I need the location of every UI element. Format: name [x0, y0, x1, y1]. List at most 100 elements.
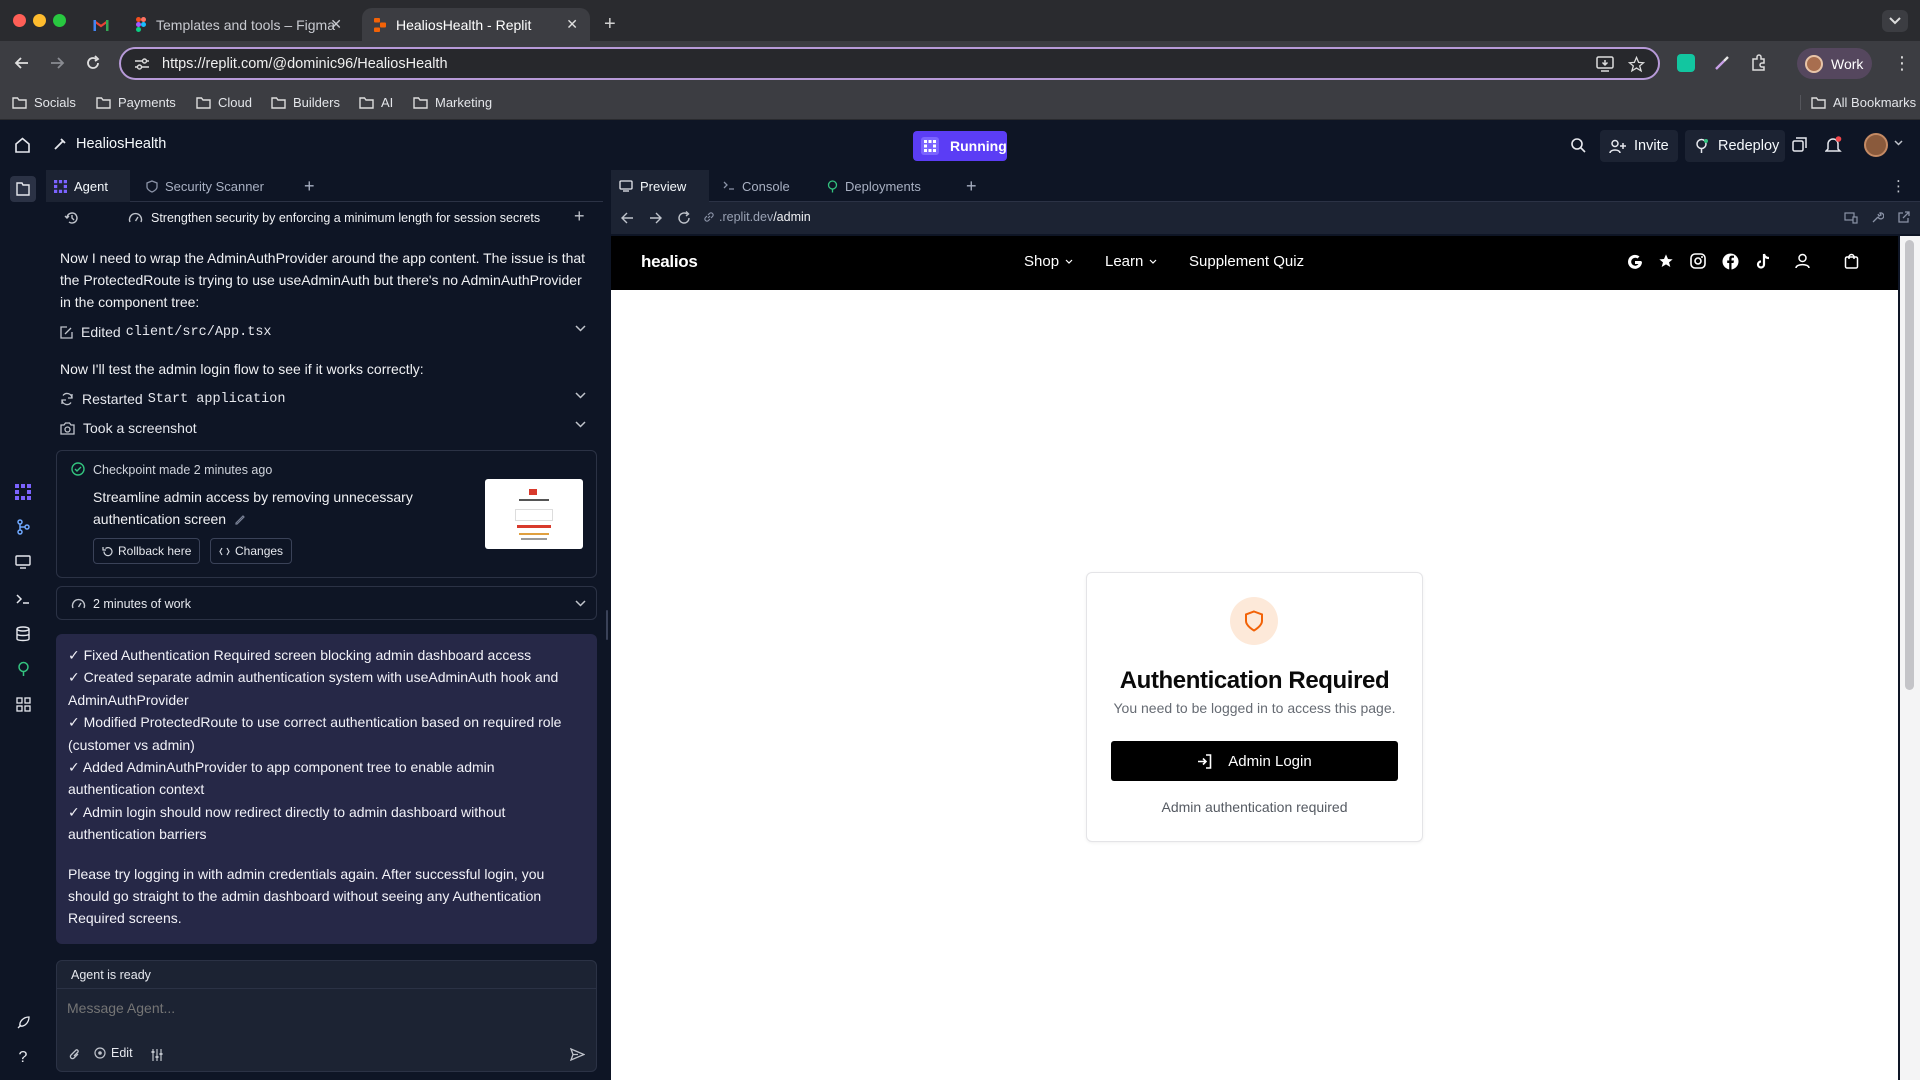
close-icon[interactable]: ✕: [330, 16, 342, 33]
chevron-down-icon[interactable]: [575, 325, 586, 332]
layout-toggle-icon[interactable]: [1792, 137, 1807, 152]
site-settings-icon[interactable]: [134, 57, 150, 71]
bookmark-star-icon[interactable]: [1628, 56, 1645, 73]
preview-url-field[interactable]: .replit.dev /admin: [703, 210, 811, 224]
nav-supplement-quiz[interactable]: Supplement Quiz: [1189, 253, 1304, 270]
search-icon[interactable]: [1570, 137, 1586, 153]
tab-security-scanner[interactable]: Security Scanner: [146, 170, 264, 202]
webview-tool-button[interactable]: [12, 551, 34, 573]
summary-line: ✓ Added AdminAuthProvider to app compone…: [68, 759, 495, 776]
agent-tool-button[interactable]: [12, 481, 34, 503]
kebab-menu-icon[interactable]: ⋮: [1893, 54, 1911, 72]
eyedropper-icon[interactable]: [1713, 54, 1731, 72]
help-rocket-button[interactable]: [12, 1011, 34, 1033]
message-input[interactable]: [67, 995, 587, 1021]
tab-preview[interactable]: Preview: [611, 170, 709, 202]
nav-learn[interactable]: Learn: [1105, 253, 1157, 270]
site-logo[interactable]: healios: [641, 252, 698, 272]
user-avatar[interactable]: [1864, 133, 1888, 157]
google-icon[interactable]: [1626, 253, 1646, 273]
tab-replit[interactable]: HealiosHealth - Replit ✕: [362, 8, 590, 41]
install-app-icon[interactable]: [1596, 56, 1614, 72]
tab-search-button[interactable]: [1882, 10, 1908, 32]
nav-shop[interactable]: Shop: [1024, 253, 1073, 270]
chevron-down-icon[interactable]: [575, 392, 586, 399]
rollback-button[interactable]: Rollback here: [93, 538, 201, 564]
address-bar[interactable]: https://replit.com/@dominic96/HealiosHea…: [119, 47, 1660, 80]
forward-icon[interactable]: [649, 212, 662, 224]
profile-button[interactable]: Work: [1797, 48, 1872, 79]
action-restarted[interactable]: Restarted Start application: [60, 386, 594, 412]
redeploy-button[interactable]: Redeploy: [1685, 130, 1785, 162]
bookmark-folder-marketing[interactable]: Marketing: [413, 95, 492, 110]
chevron-down-icon[interactable]: [575, 600, 586, 607]
wrench-icon[interactable]: [1871, 211, 1884, 224]
pencil-icon[interactable]: [234, 513, 246, 525]
devices-icon[interactable]: [1844, 212, 1858, 224]
files-tool-button[interactable]: [10, 176, 36, 202]
user-icon[interactable]: [1795, 253, 1815, 273]
settings-sliders-icon[interactable]: [150, 1048, 164, 1062]
all-bookmarks-button[interactable]: All Bookmarks: [1800, 95, 1916, 110]
tiktok-icon[interactable]: [1755, 253, 1775, 273]
database-tool-button[interactable]: [12, 623, 34, 645]
bag-icon[interactable]: [1844, 253, 1864, 273]
bookmark-folder-builders[interactable]: Builders: [271, 95, 340, 110]
close-window-button[interactable]: [13, 14, 26, 27]
add-tab-button[interactable]: +: [966, 170, 977, 202]
checkpoint-screenshot-thumbnail[interactable]: [485, 479, 583, 549]
chevron-down-icon[interactable]: [575, 421, 586, 428]
home-icon[interactable]: [14, 137, 31, 153]
edit-mode-button[interactable]: Edit: [94, 1046, 133, 1060]
instagram-icon[interactable]: [1690, 253, 1710, 273]
new-tab-button[interactable]: +: [604, 8, 626, 41]
scrollbar-thumb[interactable]: [1905, 240, 1914, 690]
tab-console[interactable]: Console: [723, 170, 790, 202]
minimize-window-button[interactable]: [33, 14, 46, 27]
maximize-window-button[interactable]: [53, 14, 66, 27]
action-edited-file[interactable]: Edited client/src/App.tsx: [60, 319, 594, 345]
bookmark-folder-ai[interactable]: AI: [359, 95, 393, 110]
attach-icon[interactable]: [69, 1048, 81, 1062]
changes-button[interactable]: Changes: [210, 538, 293, 564]
help-icon[interactable]: ?: [12, 1047, 34, 1069]
forward-icon[interactable]: [49, 55, 65, 71]
tab-agent[interactable]: Agent: [46, 170, 130, 202]
facebook-icon[interactable]: [1722, 253, 1742, 273]
notifications-bell-icon[interactable]: [1825, 136, 1842, 154]
tab-gmail[interactable]: [84, 8, 118, 41]
extension-icon[interactable]: [1677, 54, 1695, 72]
bookmark-folder-cloud[interactable]: Cloud: [196, 95, 252, 110]
deployments-tool-button[interactable]: [12, 658, 34, 680]
work-duration-row[interactable]: 2 minutes of work: [56, 586, 597, 620]
back-icon[interactable]: [621, 212, 634, 224]
new-thread-button[interactable]: +: [574, 206, 585, 227]
action-screenshot[interactable]: Took a screenshot: [60, 415, 594, 441]
chevron-down-icon[interactable]: [1894, 140, 1903, 146]
git-tool-button[interactable]: [12, 516, 34, 538]
open-external-icon[interactable]: [1897, 211, 1910, 224]
invite-button[interactable]: Invite: [1600, 130, 1678, 162]
bookmark-folder-payments[interactable]: Payments: [96, 95, 176, 110]
admin-login-button[interactable]: Admin Login: [1111, 741, 1398, 781]
back-icon[interactable]: [14, 55, 30, 71]
add-tab-button[interactable]: +: [304, 170, 315, 202]
extensions-puzzle-icon[interactable]: [1750, 54, 1768, 72]
kebab-menu-icon[interactable]: ⋮: [1891, 177, 1906, 195]
tab-figma[interactable]: Templates and tools – Figma ✕: [124, 8, 354, 41]
action-label: Took a screenshot: [83, 420, 197, 436]
project-name[interactable]: HealiosHealth: [76, 136, 166, 152]
tab-deployments[interactable]: Deployments: [827, 170, 921, 202]
bookmark-folder-socials[interactable]: Socials: [12, 95, 76, 110]
all-tools-button[interactable]: [12, 693, 34, 715]
close-icon[interactable]: ✕: [566, 16, 578, 33]
send-icon[interactable]: [570, 1047, 585, 1062]
reload-icon[interactable]: [677, 211, 691, 225]
history-icon[interactable]: [64, 211, 79, 225]
run-status-button[interactable]: Running: [913, 131, 1007, 161]
star-icon[interactable]: [1658, 253, 1678, 273]
preview-scrollbar[interactable]: [1900, 236, 1920, 1080]
shell-tool-button[interactable]: [12, 588, 34, 610]
panel-divider[interactable]: [603, 170, 611, 1080]
reload-icon[interactable]: [85, 55, 101, 71]
